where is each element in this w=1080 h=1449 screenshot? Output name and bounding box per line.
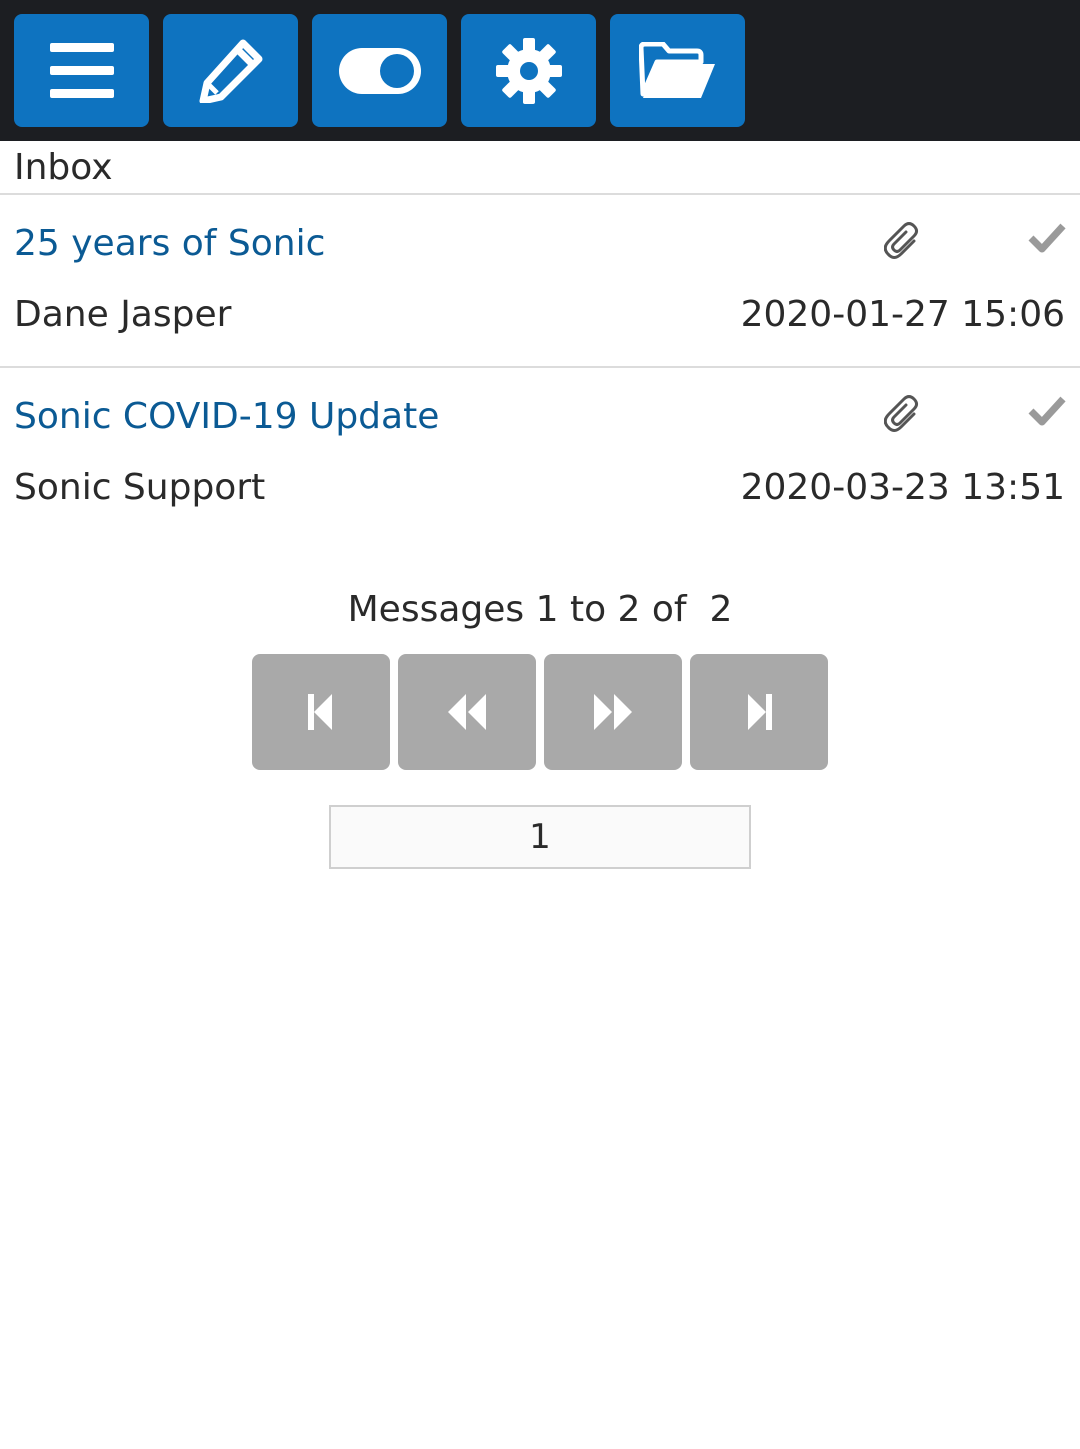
menu-button[interactable] <box>14 14 149 127</box>
check-icon <box>1028 396 1066 426</box>
first-page-icon <box>308 694 332 730</box>
last-page-icon <box>748 694 772 730</box>
message-sender: Dane Jasper <box>14 294 232 335</box>
paperclip-icon <box>884 222 918 259</box>
toggle-button[interactable] <box>312 14 447 127</box>
gear-icon <box>495 37 562 104</box>
next-page-button[interactable] <box>544 654 682 770</box>
message-subject-link[interactable]: Sonic COVID-19 Update <box>14 392 439 442</box>
message-subject-link[interactable]: 25 years of Sonic <box>14 219 325 269</box>
folder-open-icon <box>638 41 715 98</box>
folders-button[interactable] <box>610 14 745 127</box>
first-page-button[interactable] <box>252 654 390 770</box>
settings-button[interactable] <box>461 14 596 127</box>
pager-summary: Messages 1 to 2 of 2 <box>347 589 733 630</box>
compose-button[interactable] <box>163 14 298 127</box>
menu-icon <box>49 42 114 98</box>
message-row[interactable]: Sonic COVID-19 Update Sonic Support 2020… <box>0 368 1080 539</box>
page-number-input[interactable] <box>329 805 751 869</box>
message-date: 2020-01-27 15:06 <box>740 294 1065 335</box>
message-row[interactable]: 25 years of Sonic Dane Jasper 2020-01-27… <box>0 195 1080 368</box>
last-page-button[interactable] <box>690 654 828 770</box>
message-sender: Sonic Support <box>14 467 266 508</box>
next-page-icon <box>594 694 632 730</box>
message-date: 2020-03-23 13:51 <box>740 467 1065 508</box>
folder-title: Inbox <box>14 147 113 188</box>
top-toolbar <box>0 0 1080 141</box>
check-icon <box>1028 223 1066 253</box>
previous-page-icon <box>448 694 486 730</box>
previous-page-button[interactable] <box>398 654 536 770</box>
pencil-icon <box>199 39 262 103</box>
toggle-icon <box>338 47 421 94</box>
paperclip-icon <box>884 395 918 432</box>
